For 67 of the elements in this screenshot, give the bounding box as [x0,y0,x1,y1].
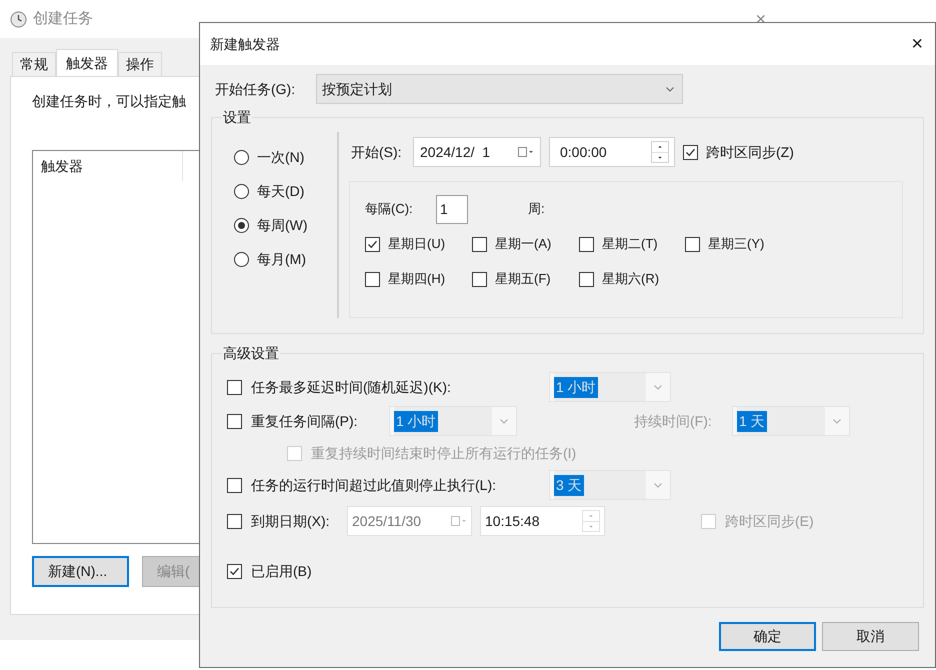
time-field[interactable]: 0:00:00 [549,137,675,167]
option-label: 星期四(H) [388,270,446,288]
checkbox[interactable] [579,236,594,252]
ok-button[interactable]: 确定 [719,622,816,651]
new-button[interactable]: 新建(N)... [32,556,129,587]
checkbox[interactable] [685,236,700,252]
check-icon [685,146,696,158]
checkbox[interactable] [472,236,487,252]
option-label: 已启用(B) [251,562,312,581]
cancel-button[interactable]: 取消 [822,622,919,651]
option-label: 任务的运行时间超过此值则停止执行(L): [251,476,496,495]
radio-button[interactable] [234,184,249,198]
checkbox[interactable] [579,272,594,286]
checkbox[interactable] [472,272,487,286]
option-label: 重复持续时间结束时停止所有运行的任务(I) [311,444,576,463]
chevron-down-icon [666,86,674,92]
option-label: 任务最多延迟时间(随机延迟)(K): [251,378,451,397]
column-header[interactable]: 触发器 [33,151,183,181]
checkbox[interactable] [365,272,380,286]
description-text: 创建任务时，可以指定触 [32,92,187,111]
group-title: 高级设置 [222,343,280,363]
option-label: 星期二(T) [602,235,658,254]
checkbox[interactable] [683,144,698,160]
option-label: 跨时区同步(E) [725,512,814,531]
date-field[interactable]: 2024/12/ 1 [413,137,541,167]
duration-label: 持续时间(F): [634,412,713,431]
chevron-down-icon [654,482,662,488]
time-value: 0:00:00 [560,142,607,162]
option-label: 星期五(F) [495,270,551,288]
option-label: 重复任务间隔(P): [251,412,358,431]
window-title: 创建任务 [33,8,93,29]
option-label: 每天(D) [257,182,304,201]
option-label: 到期日期(X): [251,512,330,531]
chevron-down-icon [500,418,508,424]
option-label: 每月(M) [257,250,306,269]
tab[interactable]: 常规 [12,52,56,76]
close-button[interactable]: × [911,34,923,54]
option-label: 跨时区同步(Z) [706,142,794,162]
option-label: 每周(W) [257,216,308,235]
time-value: 10:15:48 [485,512,540,530]
option-label: 一次(N) [257,148,304,167]
date-value: 2025/11/30 [352,512,422,530]
radio-button[interactable] [234,252,249,266]
start-label: 开始(S): [351,142,403,162]
tab[interactable]: 触发器 [56,49,118,77]
option-label: 星期一(A) [495,235,552,254]
start-task-label: 开始任务(G): [215,80,296,99]
dialog-title: 新建触发器 [210,34,280,54]
option-label: 星期三(Y) [708,235,764,254]
check-icon [367,238,378,250]
recur-label: 每隔(C): [365,200,414,218]
date-value: 2024/12/ 1 [420,142,490,162]
radio-button[interactable] [234,218,249,232]
chevron-down-icon [833,418,841,424]
checkbox[interactable] [365,236,380,252]
recur-input[interactable]: 1 [436,194,468,224]
check-icon [229,566,240,576]
chevron-down-icon [654,384,662,390]
calendar-dropdown-icon[interactable] [518,147,534,157]
radio-button[interactable] [234,150,249,164]
start-task-dropdown[interactable]: 按预定计划 [316,74,683,104]
clock-icon [10,10,27,28]
option-label: 星期日(U) [388,235,446,254]
checkbox[interactable] [227,564,242,578]
tab[interactable]: 操作 [118,52,162,76]
unit-label: 周: [528,200,545,218]
option-label: 星期六(R) [602,270,660,288]
